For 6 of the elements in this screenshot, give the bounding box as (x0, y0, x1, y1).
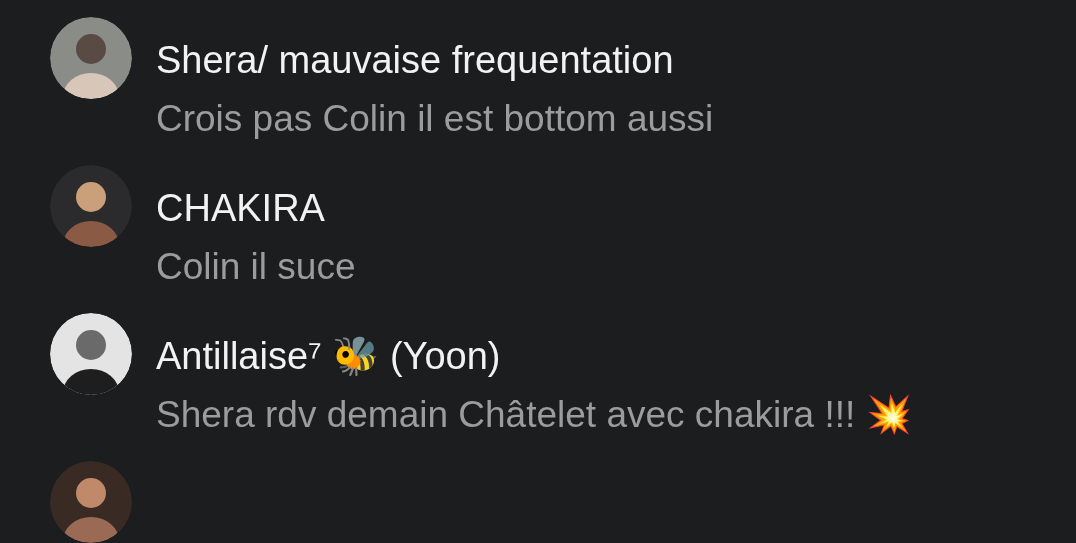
message-preview: Shera rdv demain Châtelet avec chakira !!! 💥 (156, 393, 913, 437)
message-preview: Colin il suce (156, 245, 357, 289)
contact-name: CHAKIRA (156, 186, 326, 231)
message-preview: Crois pas Colin il est bottom aussi (156, 97, 715, 141)
contact-name: Antillaise⁷ 🐝 (Yoon) (156, 334, 502, 379)
contact-name: Shera/ mauvaise frequentation (156, 38, 675, 83)
